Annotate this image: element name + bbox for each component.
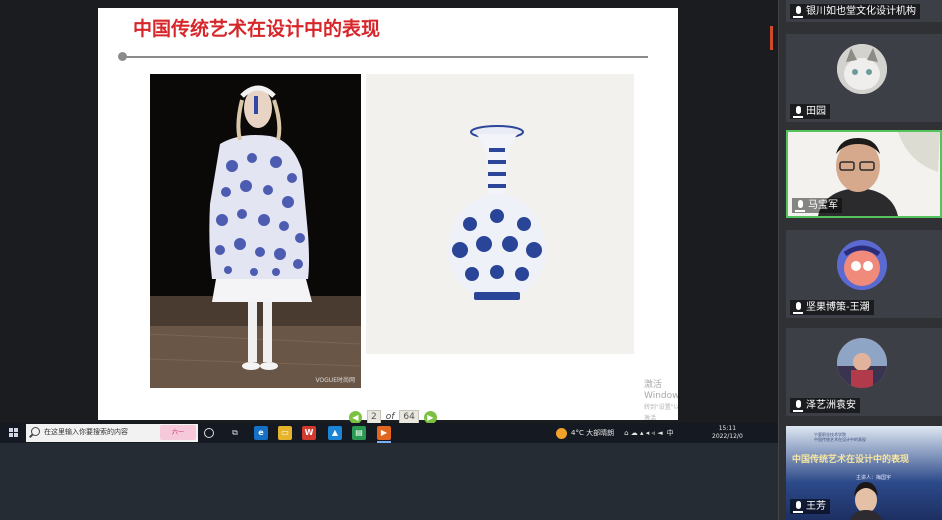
meeting-app-icon[interactable]: ▶ bbox=[377, 426, 391, 440]
runway-photo-graphic bbox=[150, 74, 361, 388]
participant-tile-5[interactable]: 宁夏职业技术学院 中国传统艺术在设计中的表现 中国传统艺术在设计中的表现 主讲人… bbox=[786, 426, 942, 520]
participant-name: 泽艺洲袁安 bbox=[806, 400, 856, 411]
mic-icon bbox=[792, 105, 804, 118]
participant-name-tag: 马宝军 bbox=[792, 198, 842, 213]
meeting-bottom-area bbox=[0, 443, 778, 520]
participant-name: 田园 bbox=[806, 106, 826, 117]
cat-avatar-icon bbox=[837, 44, 887, 94]
system-tray: 4°C 大部晴朗 ⌂ ☁ ▴ ◂ ◃ ◄ 中 bbox=[556, 423, 674, 443]
thumb-title: 中国传统艺术在设计中的表现 bbox=[792, 455, 910, 465]
presenter-video-feed bbox=[850, 482, 882, 520]
participant-name-tag: 田园 bbox=[790, 104, 830, 119]
scroll-marker bbox=[770, 26, 773, 50]
slide: 中国传统艺术在设计中的表现 VOGUE时尚网 激活 Window 转到"设置"以… bbox=[98, 8, 678, 420]
pager-of-label: of bbox=[385, 412, 395, 422]
participant-name-tag: 银川如也堂文化设计机构 bbox=[790, 4, 920, 19]
participant-tile-0[interactable]: 银川如也堂文化设计机构 bbox=[786, 0, 942, 22]
participant-name-tag: 坚果博策-王潮 bbox=[790, 300, 874, 315]
presentation-area: 中国传统艺术在设计中的表现 VOGUE时尚网 激活 Window 转到"设置"以… bbox=[0, 0, 778, 520]
participant-tile-1[interactable]: 田园 bbox=[786, 34, 942, 122]
cortana-icon[interactable] bbox=[204, 428, 214, 438]
participant-name-tag: 王芳 bbox=[790, 499, 830, 514]
task-view-icon[interactable]: ⧉ bbox=[228, 426, 242, 440]
mic-icon bbox=[792, 500, 804, 513]
prev-slide-button[interactable]: ◀ bbox=[349, 410, 362, 424]
taskbar-clock[interactable]: 15:11 2022/12/0 bbox=[712, 425, 743, 441]
vase-photo bbox=[366, 74, 634, 354]
participant-name-tag: 泽艺洲袁安 bbox=[790, 398, 860, 413]
speaking-mic-icon bbox=[794, 199, 806, 212]
app-green-icon[interactable]: ▤ bbox=[352, 426, 366, 440]
participant-name: 坚果博策-王潮 bbox=[806, 302, 870, 313]
file-explorer-icon[interactable]: ▭ bbox=[278, 426, 292, 440]
search-icon bbox=[31, 427, 40, 436]
search-highlight-badge[interactable]: 六一 bbox=[160, 425, 196, 440]
photo-credit: VOGUE时尚网 bbox=[315, 377, 355, 384]
participants-panel: 银川如也堂文化设计机构 田园 马宝军 坚果博策-王潮 泽艺洲袁安 宁夏职业技术学… bbox=[778, 0, 942, 520]
participant-tile-3[interactable]: 坚果博策-王潮 bbox=[786, 230, 942, 318]
slide-title: 中国传统艺术在设计中的表现 bbox=[133, 18, 381, 40]
participant-name: 王芳 bbox=[806, 501, 826, 512]
mic-icon bbox=[792, 399, 804, 412]
search-input[interactable]: 在这里输入你要搜索的内容 bbox=[44, 427, 128, 437]
watermark-subtitle: 转到"设置"以激活 Windows。 bbox=[644, 404, 678, 420]
tray-icons[interactable]: ⌂ ☁ ▴ ◂ ◃ ◄ bbox=[624, 429, 663, 437]
photo-avatar-icon bbox=[837, 338, 887, 388]
windows-activation-watermark: 激活 Windows 转到"设置"以激活 Windows。 bbox=[644, 380, 678, 420]
windows-taskbar: 在这里输入你要搜索的内容 六一 ⧉ e ▭ W ▲ ▤ ▶ 4°C 大部晴朗 ⌂… bbox=[0, 423, 778, 443]
mic-icon bbox=[792, 301, 804, 314]
participant-name: 银川如也堂文化设计机构 bbox=[806, 6, 916, 17]
participant-name: 马宝军 bbox=[808, 200, 838, 211]
thumb-header-line2: 中国传统艺术在设计中的表现 bbox=[814, 437, 866, 442]
total-pages: 64 bbox=[399, 410, 419, 424]
weather-text[interactable]: 4°C 大部晴朗 bbox=[571, 428, 614, 438]
thumb-header: 宁夏职业技术学院 中国传统艺术在设计中的表现 bbox=[814, 432, 866, 442]
clock-date: 2022/12/0 bbox=[712, 433, 743, 440]
participant-tile-4[interactable]: 泽艺洲袁安 bbox=[786, 328, 942, 416]
wps-icon[interactable]: W bbox=[302, 426, 316, 440]
cartoon-avatar-icon bbox=[837, 240, 887, 290]
runway-photo: VOGUE时尚网 bbox=[150, 74, 361, 388]
app-blue-icon[interactable]: ▲ bbox=[328, 426, 342, 440]
clock-time: 15:11 bbox=[718, 425, 737, 432]
ime-indicator[interactable]: 中 bbox=[667, 428, 674, 438]
vase-graphic bbox=[366, 74, 634, 354]
taskbar-search[interactable]: 在这里输入你要搜索的内容 六一 bbox=[26, 424, 198, 442]
mic-icon bbox=[792, 5, 804, 18]
weather-icon bbox=[556, 427, 567, 439]
title-rule bbox=[124, 56, 648, 58]
edge-icon[interactable]: e bbox=[254, 426, 268, 440]
next-slide-button[interactable]: ▶ bbox=[423, 410, 437, 424]
participant-tile-2[interactable]: 马宝军 bbox=[786, 130, 942, 218]
windows-start-icon[interactable] bbox=[9, 428, 19, 438]
current-page-input[interactable]: 2 bbox=[367, 410, 381, 424]
watermark-title: 激活 Windows bbox=[644, 380, 678, 401]
